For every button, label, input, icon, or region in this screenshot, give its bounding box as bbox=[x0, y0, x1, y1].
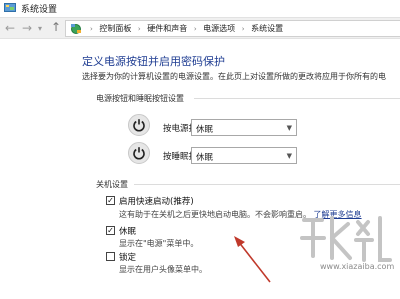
watermark-url: www.xiazaiba.com bbox=[320, 262, 395, 271]
watermark-logo bbox=[300, 216, 392, 262]
